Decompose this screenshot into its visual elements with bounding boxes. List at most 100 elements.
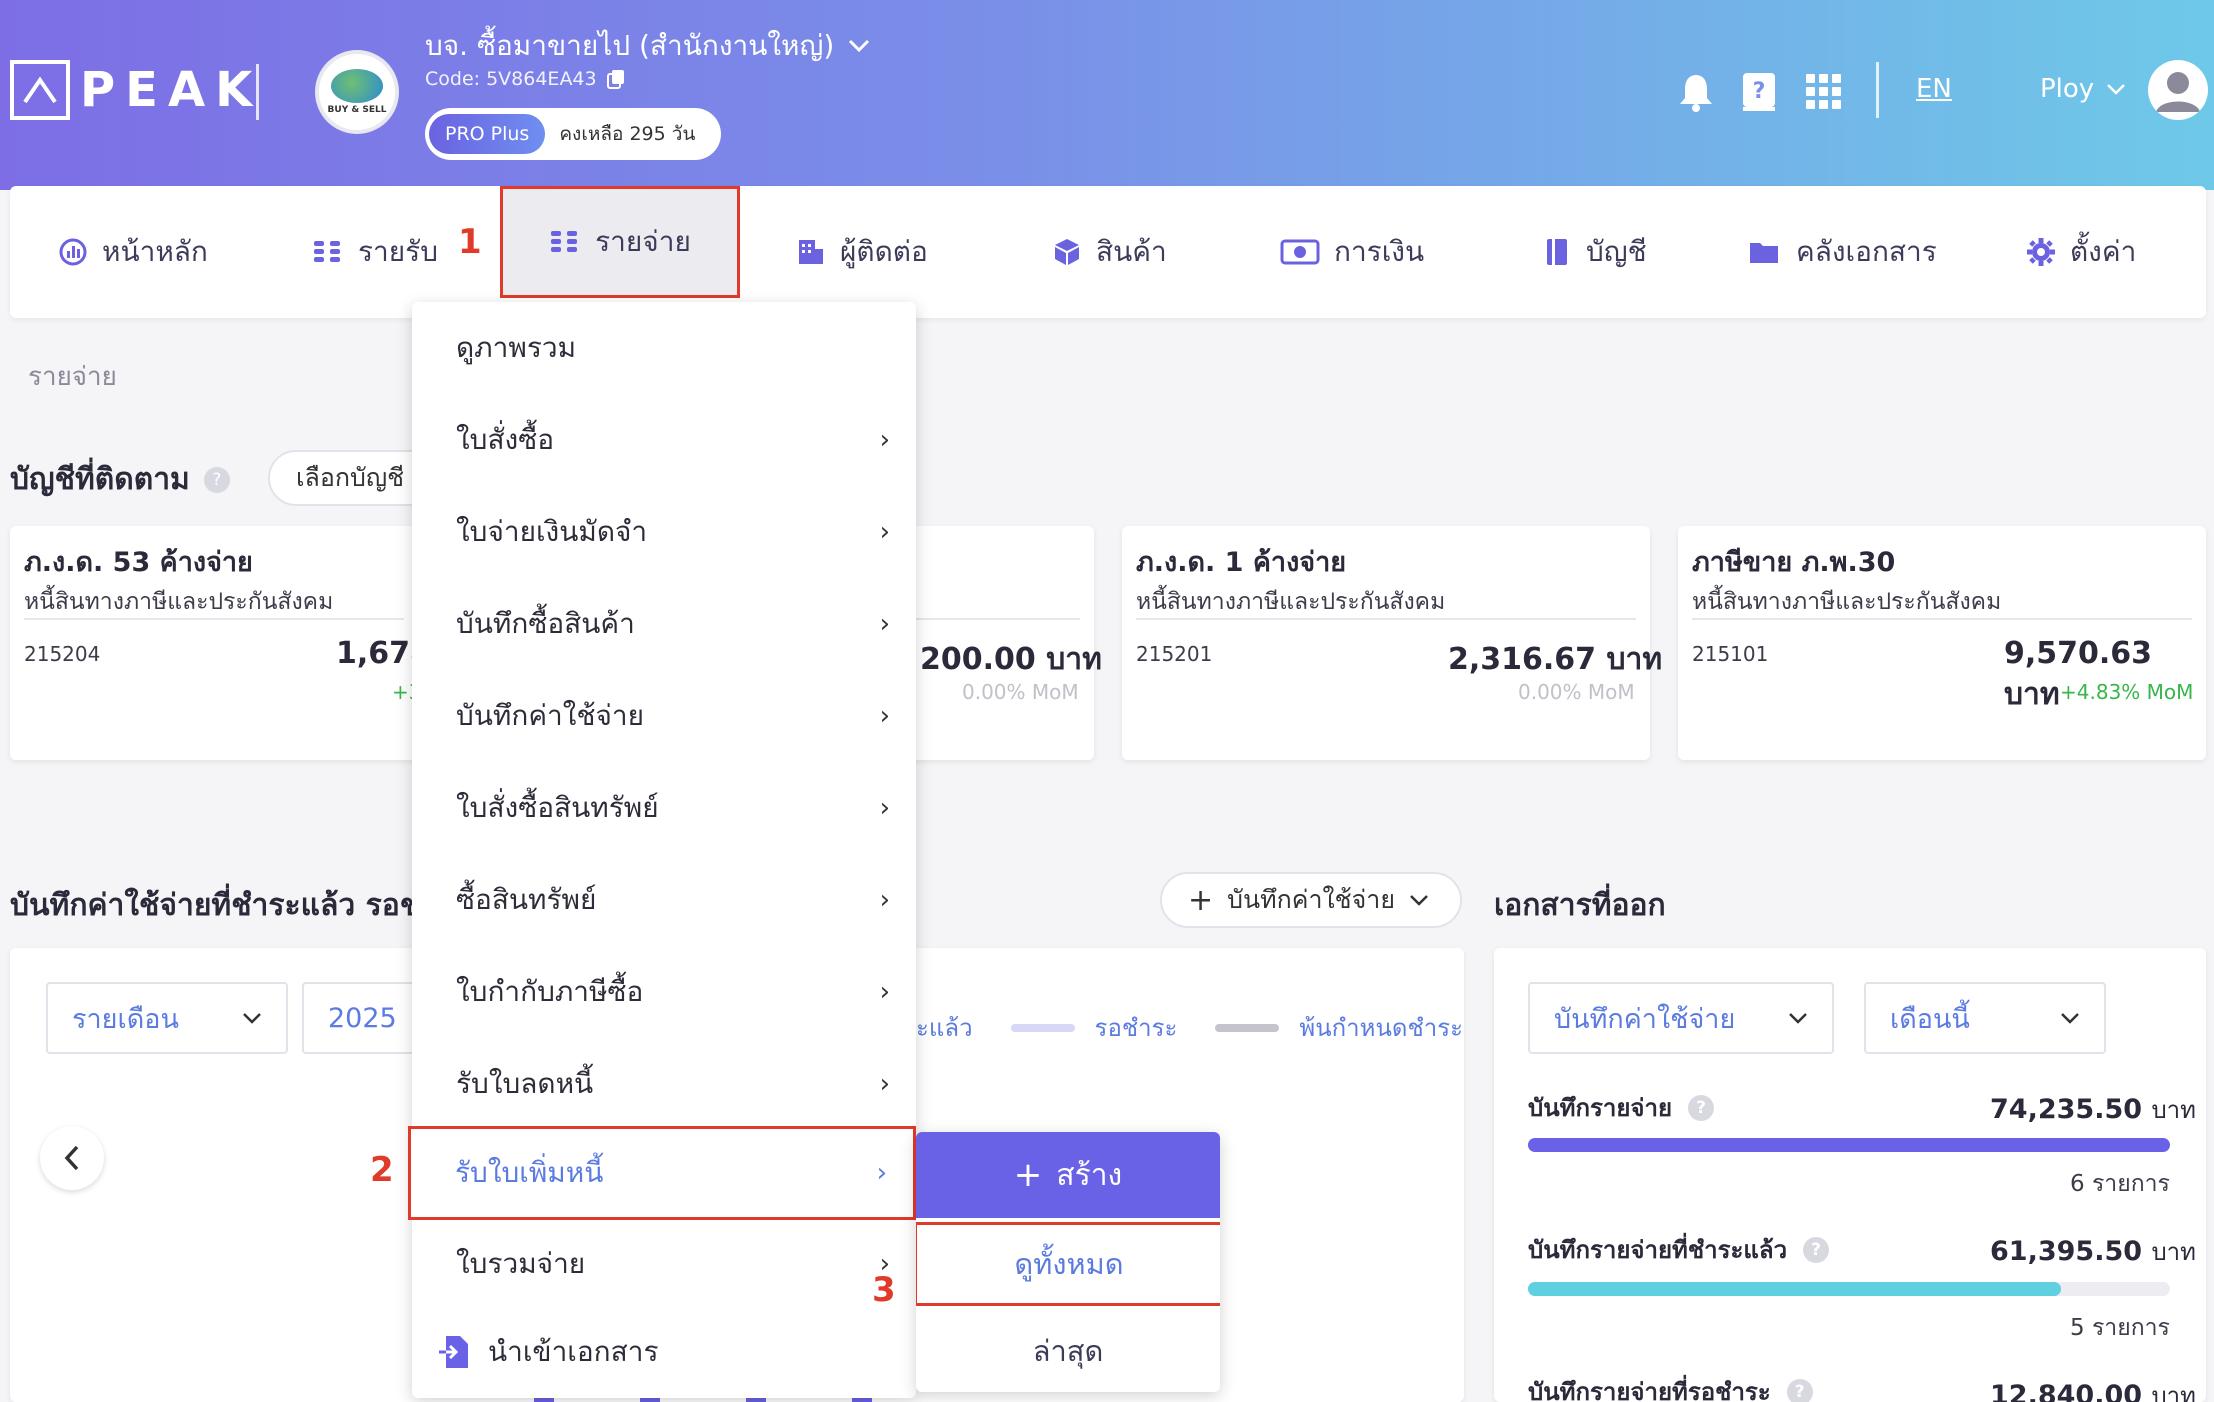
- chevron-down-icon: [1410, 895, 1428, 906]
- header-divider-right: [1876, 62, 1879, 118]
- chart-prev-button[interactable]: [40, 1126, 104, 1190]
- create-button[interactable]: + สร้าง: [916, 1132, 1220, 1218]
- bell-icon[interactable]: [1676, 62, 1716, 122]
- expenses-section-title: บันทึกค่าใช้จ่ายที่ชำระแล้ว รอชำ: [10, 888, 437, 923]
- nav-item-expenses[interactable]: รายจ่าย: [500, 186, 740, 298]
- ledger-icon: [1547, 239, 1567, 265]
- doc-type-value: บันทึกค่าใช้จ่าย: [1554, 1003, 1736, 1035]
- menu-item-label: ใบรวมจ่าย: [456, 1247, 586, 1280]
- nav-label: ผู้ติดต่อ: [840, 235, 928, 268]
- step-3-marker: 3: [872, 1270, 896, 1310]
- latest-label: ล่าสุด: [1032, 1334, 1104, 1368]
- help-book-icon[interactable]: ?: [1740, 62, 1778, 122]
- menu-item-label: ดูภาพรวม: [456, 331, 577, 364]
- menu-item-deposit-payment[interactable]: ใบจ่ายเงินมัดจำ ›: [412, 486, 916, 578]
- legend-pending: รอชำระ: [1094, 1014, 1178, 1042]
- nav-item-products[interactable]: สินค้า: [1052, 226, 1167, 278]
- account-code: 215101: [1692, 642, 1769, 666]
- avatar[interactable]: [2148, 60, 2208, 120]
- peak-logo[interactable]: PEAK: [10, 60, 262, 120]
- copy-icon[interactable]: [606, 69, 625, 89]
- help-icon[interactable]: ?: [1786, 1378, 1813, 1402]
- menu-item-label: ใบสั่งซื้อสินทรัพย์: [456, 791, 659, 824]
- nav-item-documents[interactable]: คลังเอกสาร: [1748, 226, 1937, 278]
- legend-swatch-pending: [1010, 1023, 1075, 1032]
- stat-amount: 74,235.50 บาท: [1990, 1090, 2196, 1129]
- menu-item-import-documents[interactable]: นำเข้าเอกสาร: [412, 1306, 916, 1398]
- help-icon[interactable]: ?: [1688, 1094, 1715, 1121]
- menu-item-buy-asset[interactable]: ซื้อสินทรัพย์ ›: [412, 854, 916, 946]
- menu-item-overview[interactable]: ดูภาพรวม: [412, 302, 916, 394]
- docs-section-title: เอกสารที่ออก: [1494, 888, 1666, 923]
- menu-item-label: บันทึกค่าใช้จ่าย: [456, 699, 644, 732]
- stat-label-text: บันทึกรายจ่าย: [1528, 1094, 1673, 1122]
- stat-label-text: บันทึกรายจ่ายที่รอชำระ: [1528, 1378, 1771, 1402]
- company-logo-text: BUY & SELL: [327, 105, 387, 115]
- latest-button[interactable]: ล่าสุด: [916, 1310, 1220, 1392]
- legend-swatch-overdue: [1215, 1023, 1280, 1032]
- nav-label: การเงิน: [1334, 235, 1425, 268]
- coins-icon: [551, 231, 578, 252]
- account-card-subtitle: หนี้สินทางภาษีและประกันสังคม: [1136, 589, 1446, 615]
- nav-item-finance[interactable]: การเงิน: [1280, 226, 1424, 278]
- language-switch[interactable]: EN: [1916, 74, 1952, 104]
- menu-item-receive-debit-note[interactable]: รับใบเพิ่มหนี้ ›: [408, 1126, 916, 1220]
- doc-type-select[interactable]: บันทึกค่าใช้จ่าย: [1528, 982, 1834, 1054]
- view-all-button[interactable]: ดูทั้งหมด: [916, 1222, 1220, 1306]
- stat-progress: [1528, 1138, 2170, 1152]
- menu-item-purchase-record[interactable]: บันทึกซื้อสินค้า ›: [412, 578, 916, 670]
- nav-label: รายจ่าย: [595, 225, 691, 258]
- menu-item-combined-payment[interactable]: ใบรวมจ่าย ›: [412, 1218, 916, 1310]
- stat-unit: บาท: [2151, 1382, 2196, 1402]
- coins-icon: [314, 241, 340, 262]
- company-name: บจ. ซื้อมาขายไป (สำนักงานใหญ่): [425, 29, 835, 62]
- stat-progress: [1528, 1282, 2170, 1296]
- help-icon[interactable]: ?: [203, 466, 230, 493]
- plus-icon: +: [1188, 882, 1214, 918]
- company-logo[interactable]: BUY & SELL: [315, 50, 399, 134]
- menu-item-purchase-order[interactable]: ใบสั่งซื้อ ›: [412, 394, 916, 486]
- year-select[interactable]: 2025: [302, 982, 422, 1054]
- nav-item-home[interactable]: หน้าหลัก: [58, 226, 208, 278]
- stat-label: บันทึกรายจ่ายที่ชำระแล้ว ?: [1528, 1230, 1830, 1269]
- breadcrumb: รายจ่าย: [28, 362, 117, 392]
- menu-item-label: ใบกำกับภาษีซื้อ: [456, 975, 644, 1008]
- nav-item-income[interactable]: รายรับ: [312, 226, 438, 278]
- nav-label: ตั้งค่า: [2070, 235, 2137, 268]
- account-code: 215204: [24, 642, 101, 666]
- user-menu[interactable]: Ploy: [2040, 74, 2126, 104]
- plan-pill[interactable]: PRO Plus คงเหลือ 295 วัน: [425, 108, 722, 160]
- logo-text: PEAK: [80, 62, 263, 118]
- menu-item-expense-record[interactable]: บันทึกค่าใช้จ่าย ›: [412, 670, 916, 762]
- stat-count: 6 รายการ: [2070, 1171, 2170, 1197]
- menu-item-asset-purchase-order[interactable]: ใบสั่งซื้อสินทรัพย์ ›: [412, 762, 916, 854]
- select-account-label: เลือกบัญชี: [296, 463, 405, 492]
- period-select[interactable]: รายเดือน: [46, 982, 288, 1054]
- stat-progress-fill: [1528, 1282, 2061, 1296]
- menu-item-label: ใบจ่ายเงินมัดจำ: [456, 515, 648, 548]
- chart-icon: [59, 238, 87, 266]
- doc-period-select[interactable]: เดือนนี้: [1864, 982, 2106, 1054]
- account-amount: 9,570.63 บาท: [2004, 636, 2153, 712]
- nav-label: หน้าหลัก: [102, 235, 208, 268]
- apps-grid-icon[interactable]: [1804, 62, 1844, 122]
- menu-item-label: ซื้อสินทรัพย์: [456, 883, 597, 916]
- account-amount: 2,316.67 บาท: [1448, 642, 1663, 677]
- chevron-right-icon: ›: [879, 977, 890, 1007]
- menu-item-receive-credit-note[interactable]: รับใบลดหนี้ ›: [412, 1038, 916, 1130]
- svg-text:?: ?: [1753, 79, 1766, 104]
- nav-item-contacts[interactable]: ผู้ติดต่อ: [796, 226, 928, 278]
- help-icon[interactable]: ?: [1803, 1236, 1830, 1263]
- nav-item-accounting[interactable]: บัญชี: [1544, 226, 1647, 278]
- doc-period-value: เดือนนี้: [1890, 1003, 1970, 1035]
- company-switcher[interactable]: บจ. ซื้อมาขายไป (สำนักงานใหญ่): [425, 24, 870, 68]
- account-amount: 200.00 บาท: [920, 642, 1102, 677]
- card-divider: [1136, 618, 1636, 620]
- nav-item-settings[interactable]: ตั้งค่า: [2026, 226, 2136, 278]
- box-icon: [1055, 239, 1079, 265]
- step-1-marker: 1: [458, 222, 482, 262]
- menu-item-purchase-tax-invoice[interactable]: ใบกำกับภาษีซื้อ ›: [412, 946, 916, 1038]
- stat-amount-value: 61,395.50: [1990, 1236, 2143, 1267]
- add-expense-button[interactable]: + บันทึกค่าใช้จ่าย: [1160, 872, 1462, 928]
- debit-note-submenu: + สร้าง ดูทั้งหมด ล่าสุด: [916, 1132, 1220, 1392]
